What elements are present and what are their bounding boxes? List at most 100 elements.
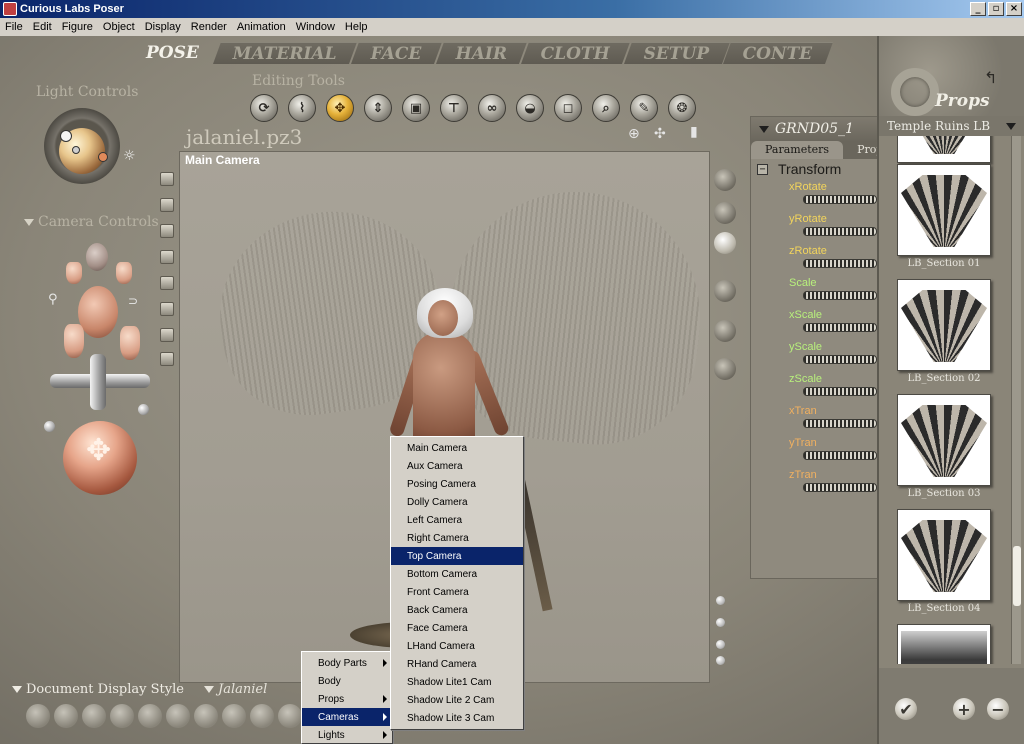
grouping-tool-icon[interactable]: ◻: [554, 94, 582, 122]
scale-tool-icon[interactable]: ▣: [402, 94, 430, 122]
parameter-dial[interactable]: [803, 387, 877, 396]
collapse-arrow-icon[interactable]: [759, 125, 769, 133]
display-style-button[interactable]: [250, 704, 274, 728]
viewport-control[interactable]: [714, 280, 736, 302]
library-item[interactable]: LB_Section 04: [885, 509, 1003, 614]
chevron-down-icon[interactable]: [1006, 123, 1016, 130]
document-display-style[interactable]: Document Display Style: [12, 682, 184, 697]
camera-menu-item[interactable]: Aux Camera: [391, 457, 523, 475]
view-magnifier-tool-icon[interactable]: ⌕: [592, 94, 620, 122]
parameter-dial[interactable]: [803, 355, 877, 364]
viewport-control[interactable]: [714, 232, 736, 254]
color-tool-icon[interactable]: ◒: [516, 94, 544, 122]
display-style-button[interactable]: [278, 704, 302, 728]
library-item[interactable]: LB_Section 03: [885, 394, 1003, 499]
display-style-button[interactable]: [194, 704, 218, 728]
menu-render[interactable]: Render: [186, 21, 232, 33]
library-scrollbar-thumb[interactable]: [1013, 546, 1021, 606]
face-camera-icon[interactable]: [86, 243, 108, 271]
viewport-control[interactable]: [714, 358, 736, 380]
camera-menu-item[interactable]: Left Camera: [391, 511, 523, 529]
context-menu-item[interactable]: Body: [302, 672, 392, 690]
translate-in-out-tool-icon[interactable]: ⇕: [364, 94, 392, 122]
parameter-label[interactable]: xRotate: [789, 179, 879, 193]
parameter-label[interactable]: zScale: [789, 371, 879, 385]
library-thumbnail[interactable]: [897, 164, 991, 256]
camera-menu-item[interactable]: Shadow Lite1 Cam: [391, 673, 523, 691]
library-thumbnail[interactable]: [897, 394, 991, 486]
menu-file[interactable]: File: [0, 21, 28, 33]
camera-head-icon[interactable]: [78, 286, 118, 338]
key-camera-icon[interactable]: ⊃: [128, 294, 138, 308]
side-button[interactable]: [160, 276, 174, 290]
tab-content[interactable]: CONTE: [723, 42, 833, 64]
library-item[interactable]: LB_Section 01: [885, 164, 1003, 269]
parameter-dial[interactable]: [803, 259, 877, 268]
morphing-tool-icon[interactable]: ✎: [630, 94, 658, 122]
parameter-dial[interactable]: [803, 195, 877, 204]
move-y-icon[interactable]: ⊕: [628, 126, 640, 142]
context-menu-item[interactable]: Props: [302, 690, 392, 708]
camera-move-y-control[interactable]: [90, 354, 106, 410]
camera-menu-item[interactable]: Back Camera: [391, 601, 523, 619]
side-button[interactable]: [160, 224, 174, 238]
menu-figure[interactable]: Figure: [57, 21, 98, 33]
context-menu-item[interactable]: Cameras: [302, 708, 392, 726]
parameter-label[interactable]: yTran: [789, 435, 879, 449]
parameter-dial[interactable]: [803, 451, 877, 460]
light-properties-icon[interactable]: ☼: [123, 148, 136, 164]
camera-menu-item[interactable]: Bottom Camera: [391, 565, 523, 583]
scale-camera-icon[interactable]: [44, 421, 55, 432]
tab-face[interactable]: FACE: [350, 42, 442, 64]
camera-menu-item[interactable]: Right Camera: [391, 529, 523, 547]
context-menu-item[interactable]: Lights: [302, 726, 392, 743]
library-thumbnail[interactable]: [897, 624, 991, 664]
apply-button[interactable]: ✔: [895, 698, 917, 720]
figure-torso[interactable]: [413, 332, 475, 452]
flyaround-icon[interactable]: ⚲: [48, 292, 58, 307]
chain-break-tool-icon[interactable]: ∞: [478, 94, 506, 122]
display-style-button[interactable]: [222, 704, 246, 728]
side-button[interactable]: [160, 198, 174, 212]
side-button[interactable]: [160, 172, 174, 186]
parameter-dial[interactable]: [803, 483, 877, 492]
add-to-library-button[interactable]: +: [953, 698, 975, 720]
tab-material[interactable]: MATERIAL: [212, 42, 357, 64]
move-z-icon[interactable]: ▮: [690, 124, 698, 140]
parameter-dial[interactable]: [803, 291, 877, 300]
twist-tool-icon[interactable]: ⌇: [288, 94, 316, 122]
side-button[interactable]: [160, 352, 174, 366]
camera-menu-item[interactable]: LHand Camera: [391, 637, 523, 655]
viewport-dot[interactable]: [716, 656, 725, 665]
tab-cloth[interactable]: CLOTH: [520, 42, 630, 64]
viewport-dot[interactable]: [716, 640, 725, 649]
library-scrollbar[interactable]: [1011, 136, 1021, 664]
display-style-button[interactable]: [26, 704, 50, 728]
camera-menu-item[interactable]: RHand Camera: [391, 655, 523, 673]
camera-menu-item[interactable]: Top Camera: [391, 547, 523, 565]
camera-menu-item[interactable]: Posing Camera: [391, 475, 523, 493]
parameter-dial[interactable]: [803, 227, 877, 236]
translate-tool-icon[interactable]: ✥: [326, 94, 354, 122]
menu-animation[interactable]: Animation: [232, 21, 291, 33]
right-hand-camera-icon[interactable]: [116, 262, 132, 284]
minimize-button[interactable]: _: [970, 2, 986, 16]
viewport-control[interactable]: [714, 320, 736, 342]
menu-edit[interactable]: Edit: [28, 21, 57, 33]
menu-display[interactable]: Display: [140, 21, 186, 33]
display-style-button[interactable]: [110, 704, 134, 728]
figure-head[interactable]: [428, 300, 458, 336]
parameter-label[interactable]: xScale: [789, 307, 879, 321]
light-handle-icon[interactable]: [72, 146, 80, 154]
parameter-dial[interactable]: [803, 323, 877, 332]
left-hand-icon[interactable]: [64, 324, 84, 358]
viewport-dot[interactable]: [716, 618, 725, 627]
parameter-dial[interactable]: [803, 419, 877, 428]
library-thumbnail[interactable]: [897, 279, 991, 371]
camera-controls-label[interactable]: Camera Controls: [24, 214, 159, 230]
right-hand-icon[interactable]: [120, 326, 140, 360]
focal-length-icon[interactable]: [138, 404, 149, 415]
direct-manipulation-tool-icon[interactable]: ❂: [668, 94, 696, 122]
camera-label[interactable]: Main Camera: [185, 153, 260, 167]
close-button[interactable]: ×: [1006, 2, 1022, 16]
